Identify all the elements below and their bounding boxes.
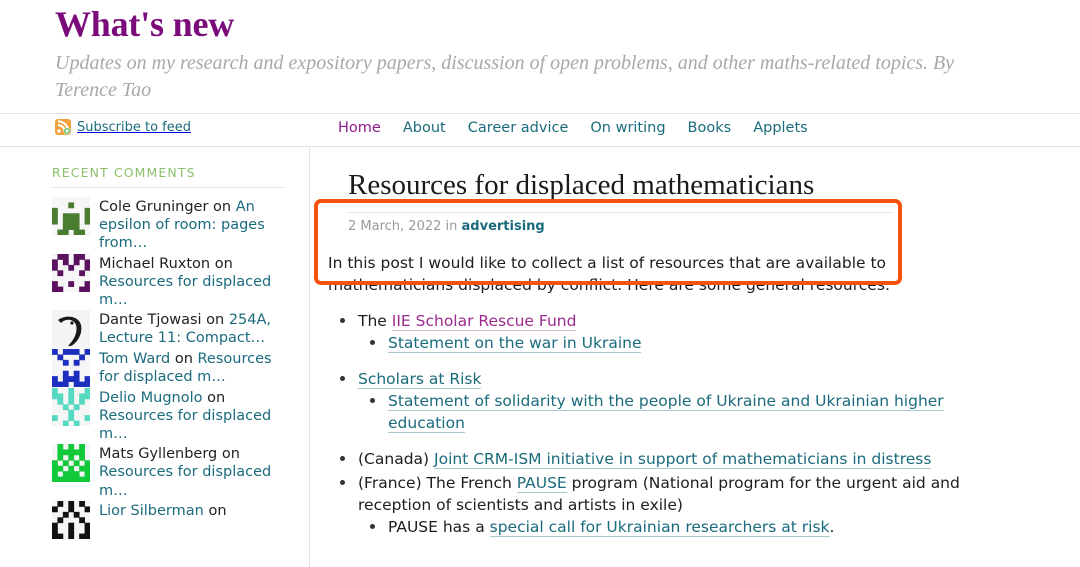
site-header: What's new Updates on my research and ex… bbox=[0, 0, 1080, 103]
nav-item-home[interactable]: Home bbox=[338, 120, 381, 136]
resource-link[interactable]: Joint CRM-ISM initiative in support of m… bbox=[434, 449, 932, 469]
post-intro-paragraph: In this post I would like to collect a l… bbox=[328, 253, 891, 294]
post-body: In this post I would like to collect a l… bbox=[324, 234, 988, 538]
main-menu: Home About Career advice On writing Books App… bbox=[338, 120, 808, 136]
navigation-bar: Subscribe to feed Home About Career advice… bbox=[0, 113, 1080, 148]
nav-item-about[interactable]: About bbox=[403, 120, 446, 136]
comment-author-link[interactable]: Delio Mugnolo bbox=[99, 390, 203, 406]
comment-list-item: Delio Mugnolo on Resources for displaced… bbox=[52, 387, 290, 443]
post-meta-divider bbox=[348, 211, 892, 213]
comment-on-word: on bbox=[208, 199, 236, 216]
comment-text: Dante Tjowasi on 254A, Lecture 11: Compa… bbox=[99, 310, 290, 347]
comment-list-item: Dante Tjowasi on 254A, Lecture 11: Compa… bbox=[52, 309, 290, 348]
bullet-icon bbox=[370, 339, 375, 345]
subscribe-label: Subscribe to feed bbox=[77, 119, 192, 135]
sidebar-heading-recent-comments: RECENT COMMENTS bbox=[52, 165, 196, 181]
bullet-icon bbox=[340, 375, 345, 381]
comment-list-item: Tom Ward on Resources for displaced m… bbox=[52, 348, 290, 387]
comment-text: Michael Ruxton on Resources for displace… bbox=[99, 254, 290, 309]
nav-item-books[interactable]: Books bbox=[688, 120, 732, 136]
resource-link[interactable]: IIE Scholar Rescue Fund bbox=[391, 311, 577, 331]
avatar bbox=[52, 500, 90, 539]
comment-list-item: Michael Ruxton on Resources for displace… bbox=[52, 253, 290, 309]
avatar bbox=[52, 348, 90, 387]
comment-on-word: on bbox=[202, 389, 226, 406]
subscribe-to-feed-link[interactable]: Subscribe to feed bbox=[55, 119, 192, 136]
nav-item-on-writing[interactable]: On writing bbox=[590, 120, 665, 136]
item-prefix-text: PAUSE has a bbox=[388, 517, 490, 536]
comment-author-name: Mats Gyllenberg bbox=[99, 446, 218, 463]
site-tagline: Updates on my research and expository pa… bbox=[55, 52, 955, 101]
comment-on-word: on bbox=[203, 502, 227, 519]
main-content: Resources for displaced mathematicians 2… bbox=[310, 147, 1080, 539]
sidebar-divider bbox=[52, 187, 284, 189]
resource-list-item: Statement of solidarity with the people … bbox=[370, 390, 988, 434]
avatar bbox=[52, 309, 90, 348]
comment-text: Cole Gruninger on An epsilon of room: pa… bbox=[99, 197, 290, 252]
avatar bbox=[52, 387, 90, 426]
resource-link[interactable]: Scholars at Risk bbox=[358, 369, 482, 389]
item-prefix-text: (France) The French bbox=[358, 473, 517, 492]
rss-feed-icon bbox=[55, 119, 71, 136]
comment-post-link[interactable]: Resources for displaced m… bbox=[99, 464, 271, 498]
resource-sublist: PAUSE has a special call for Ukrainian r… bbox=[358, 516, 988, 538]
resource-list: The IIE Scholar Rescue Fund Statement on … bbox=[328, 310, 988, 538]
resource-link[interactable]: special call for Ukrainian researchers a… bbox=[489, 517, 830, 537]
comment-author-link[interactable]: Lior Silberman bbox=[99, 503, 204, 519]
comment-text: Delio Mugnolo on Resources for displaced… bbox=[99, 388, 290, 443]
bullet-icon bbox=[340, 455, 345, 461]
resource-list-item: (France) The French PAUSE program (Natio… bbox=[340, 472, 988, 538]
item-suffix-text: . bbox=[829, 517, 835, 536]
resource-sublist: Statement of solidarity with the people … bbox=[358, 390, 988, 434]
post-header: Resources for displaced mathematicians 2… bbox=[324, 157, 1052, 234]
comment-author-name: Dante Tjowasi bbox=[99, 311, 202, 328]
item-prefix-text: The bbox=[358, 311, 392, 330]
resource-list-item: (Canada) Joint CRM-ISM initiative in sup… bbox=[340, 448, 988, 470]
avatar bbox=[52, 444, 90, 483]
resource-sublist: Statement on the war in Ukraine bbox=[358, 332, 988, 354]
comment-author-link[interactable]: Tom Ward bbox=[99, 351, 170, 367]
comment-on-word: on bbox=[217, 446, 240, 463]
bullet-icon bbox=[340, 479, 345, 485]
bullet-icon bbox=[370, 523, 375, 529]
comment-post-link[interactable]: Resources for displaced m… bbox=[99, 408, 271, 442]
nav-item-career-advice[interactable]: Career advice bbox=[468, 120, 569, 136]
comment-list-item: Lior Silberman on bbox=[52, 500, 290, 539]
post-date: 2 March, 2022 bbox=[348, 218, 442, 234]
comment-author-name: Cole Gruninger bbox=[99, 199, 209, 216]
resource-link[interactable]: Statement of solidarity with the people … bbox=[388, 391, 944, 433]
resource-list-item: The IIE Scholar Rescue Fund Statement on … bbox=[340, 310, 988, 354]
post-category-link[interactable]: advertising bbox=[462, 219, 545, 234]
comment-on-word: on bbox=[201, 311, 229, 328]
resource-link[interactable]: Statement on the war in Ukraine bbox=[388, 333, 642, 353]
bullet-icon bbox=[370, 397, 375, 403]
resource-list-item: PAUSE has a special call for Ukrainian r… bbox=[370, 516, 988, 538]
comment-on-word: on bbox=[210, 255, 233, 272]
comment-list-item: Mats Gyllenberg on Resources for displac… bbox=[52, 444, 290, 499]
bullet-icon bbox=[340, 317, 345, 323]
comment-list-item: Cole Gruninger on An epsilon of room: pa… bbox=[52, 197, 290, 252]
avatar bbox=[52, 197, 90, 236]
item-prefix-text: (Canada) bbox=[358, 449, 435, 468]
comment-on-word: on bbox=[170, 350, 198, 367]
comment-post-link[interactable]: Resources for displaced m… bbox=[99, 274, 271, 308]
resource-list-item: Scholars at Risk Statement of solidarity … bbox=[340, 368, 988, 434]
comment-text: Lior Silberman on bbox=[99, 501, 227, 520]
resource-list-item: Statement on the war in Ukraine bbox=[370, 332, 988, 354]
post-title: Resources for displaced mathematicians bbox=[348, 169, 815, 202]
nav-item-applets[interactable]: Applets bbox=[753, 120, 808, 136]
comment-text: Mats Gyllenberg on Resources for displac… bbox=[99, 444, 290, 499]
post-meta: 2 March, 2022 in advertising bbox=[348, 219, 1052, 234]
avatar bbox=[52, 253, 90, 292]
post-meta-in: in bbox=[441, 218, 462, 234]
comment-text: Tom Ward on Resources for displaced m… bbox=[99, 349, 290, 386]
resource-link[interactable]: PAUSE bbox=[516, 473, 567, 493]
comment-author-name: Michael Ruxton bbox=[99, 255, 211, 272]
recent-comments-list: Cole Gruninger on An epsilon of room: pa… bbox=[52, 197, 309, 539]
page-title: What's new bbox=[55, 4, 235, 44]
sidebar: RECENT COMMENTS Cole Gruninger on An eps… bbox=[52, 147, 310, 567]
